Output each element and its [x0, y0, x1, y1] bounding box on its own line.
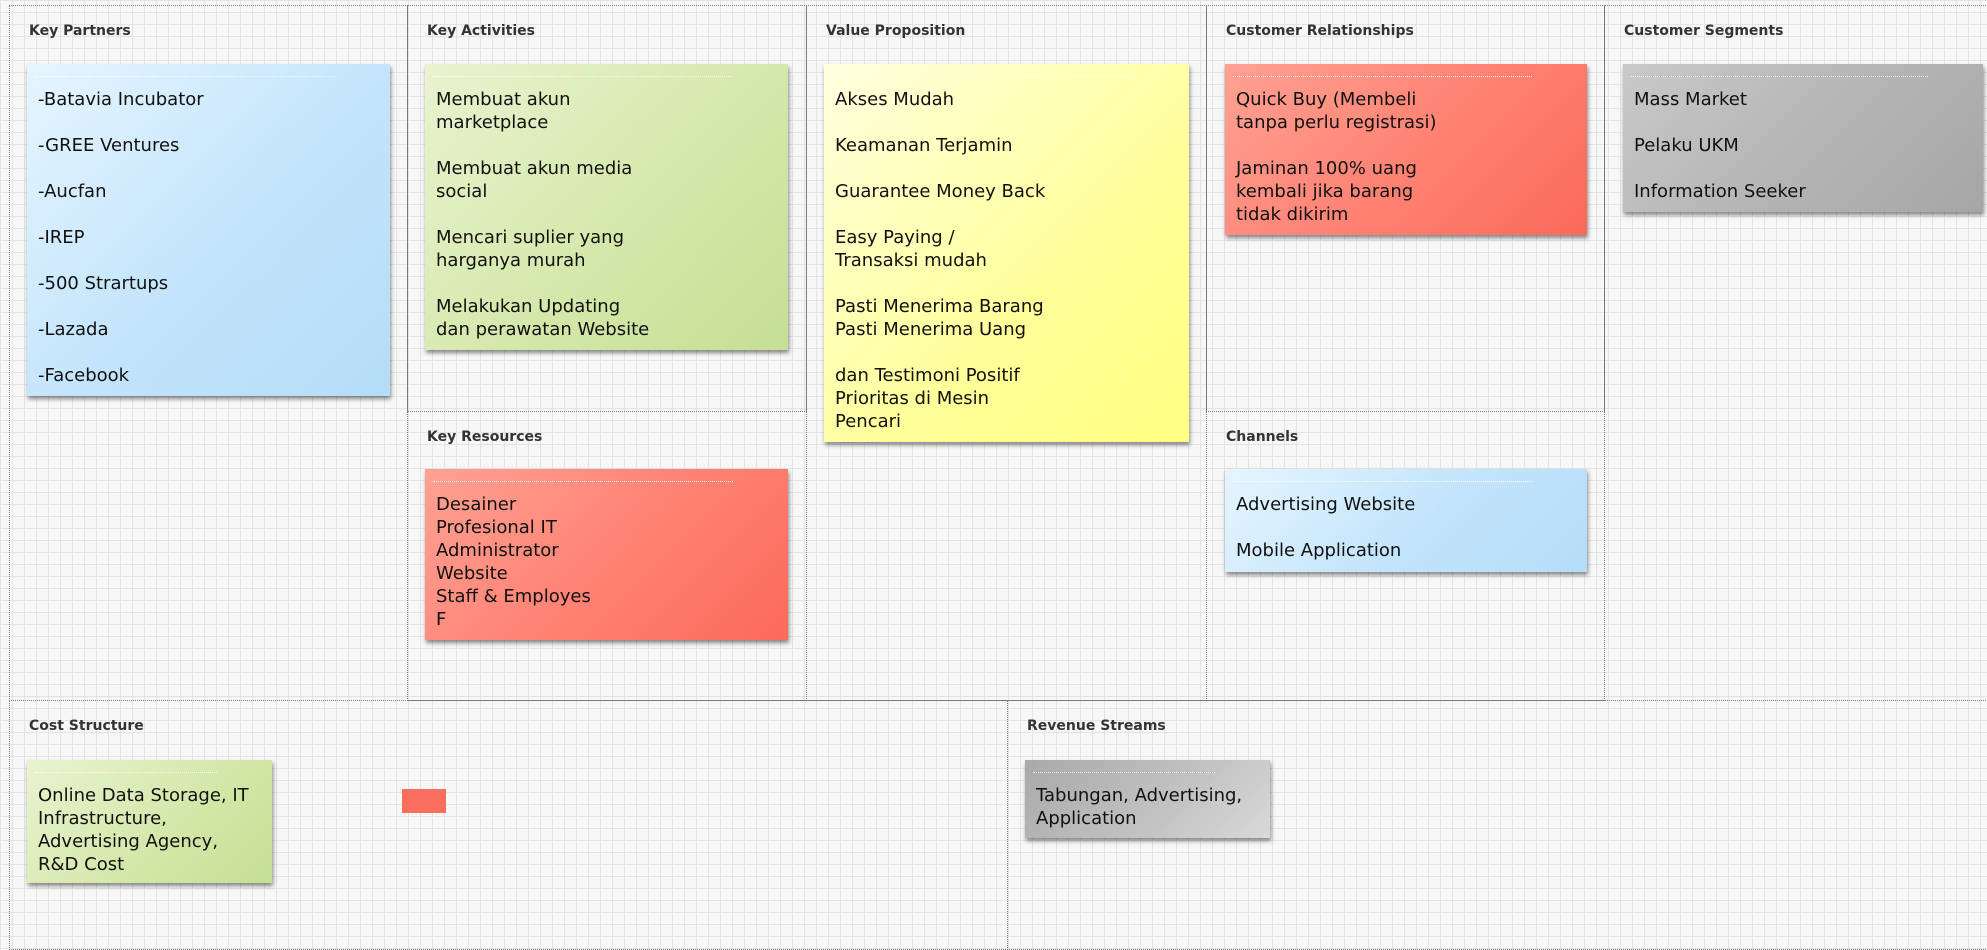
note-item: Quick Buy (Membeli tanpa perlu registras… — [1236, 89, 1437, 133]
value-proposition-title: Value Proposition — [826, 23, 966, 39]
note-item: Melakukan Updating dan perawatan Website — [436, 296, 650, 340]
revenue-streams-note[interactable]: Tabungan, Advertising, Application — [1025, 760, 1270, 838]
note-item: Information Seeker — [1634, 181, 1806, 202]
note-item: F — [436, 609, 447, 630]
note-item: Keamanan Terjamin — [835, 135, 1013, 156]
note-item: Mass Market — [1634, 89, 1747, 110]
channels-title: Channels — [1226, 429, 1299, 445]
customer-segments-note[interactable]: Mass Market Pelaku UKM Information Seeke… — [1623, 64, 1983, 212]
note-item: Online Data Storage, IT Infrastructure, … — [38, 785, 249, 875]
note-item: Administrator — [436, 540, 559, 561]
cost-structure-note[interactable]: Online Data Storage, IT Infrastructure, … — [27, 760, 272, 883]
key-resources-title: Key Resources — [427, 429, 543, 445]
note-item: Advertising Website — [1236, 494, 1416, 515]
note-item: Mencari suplier yang harganya murah — [436, 227, 624, 271]
note-item: -IREP — [38, 227, 85, 248]
note-item: -Batavia Incubator — [38, 89, 204, 110]
key-partners-note[interactable]: -Batavia Incubator -GREE Ventures -Aucfa… — [27, 64, 390, 396]
note-item: Pelaku UKM — [1634, 135, 1739, 156]
note-item: Website — [436, 563, 508, 584]
note-item: dan Testimoni Positif Prioritas di Mesin… — [835, 365, 1020, 432]
key-resources-note[interactable]: Desainer Profesional IT Administrator We… — [425, 469, 788, 640]
customer-relationships-title: Customer Relationships — [1226, 23, 1414, 39]
note-item: Tabungan, Advertising, Application — [1036, 785, 1243, 829]
key-activities-note[interactable]: Membuat akun marketplace Membuat akun me… — [425, 64, 788, 350]
customer-segments-title: Customer Segments — [1624, 23, 1784, 39]
revenue-streams-title: Revenue Streams — [1027, 718, 1166, 734]
note-item: Profesional IT — [436, 517, 557, 538]
note-item: Membuat akun marketplace — [436, 89, 571, 133]
note-item: -Lazada — [38, 319, 109, 340]
key-partners-title: Key Partners — [29, 23, 131, 39]
note-item: -GREE Ventures — [38, 135, 180, 156]
note-item: Pasti Menerima Barang Pasti Menerima Uan… — [835, 296, 1044, 340]
note-item: -500 Strartups — [38, 273, 169, 294]
note-item: Mobile Application — [1236, 540, 1402, 561]
note-item: Akses Mudah — [835, 89, 955, 110]
channels-note[interactable]: Advertising Website Mobile Application — [1225, 469, 1587, 572]
key-activities-title: Key Activities — [427, 23, 535, 39]
customer-relationships-note[interactable]: Quick Buy (Membeli tanpa perlu registras… — [1225, 64, 1587, 235]
note-item: Guarantee Money Back — [835, 181, 1046, 202]
note-item: -Aucfan — [38, 181, 107, 202]
note-item: Staff & Employes — [436, 586, 591, 607]
red-sticky-chip[interactable] — [402, 789, 446, 813]
cost-structure-title: Cost Structure — [29, 718, 144, 734]
note-item: Easy Paying / Transaksi mudah — [835, 227, 987, 271]
note-item: Membuat akun media social — [436, 158, 633, 202]
note-item: Jaminan 100% uang kembali jika barang ti… — [1236, 158, 1417, 225]
note-item: Desainer — [436, 494, 517, 515]
note-item: -Facebook — [38, 365, 130, 386]
value-proposition-note[interactable]: Akses Mudah Keamanan Terjamin Guarantee … — [824, 64, 1189, 442]
